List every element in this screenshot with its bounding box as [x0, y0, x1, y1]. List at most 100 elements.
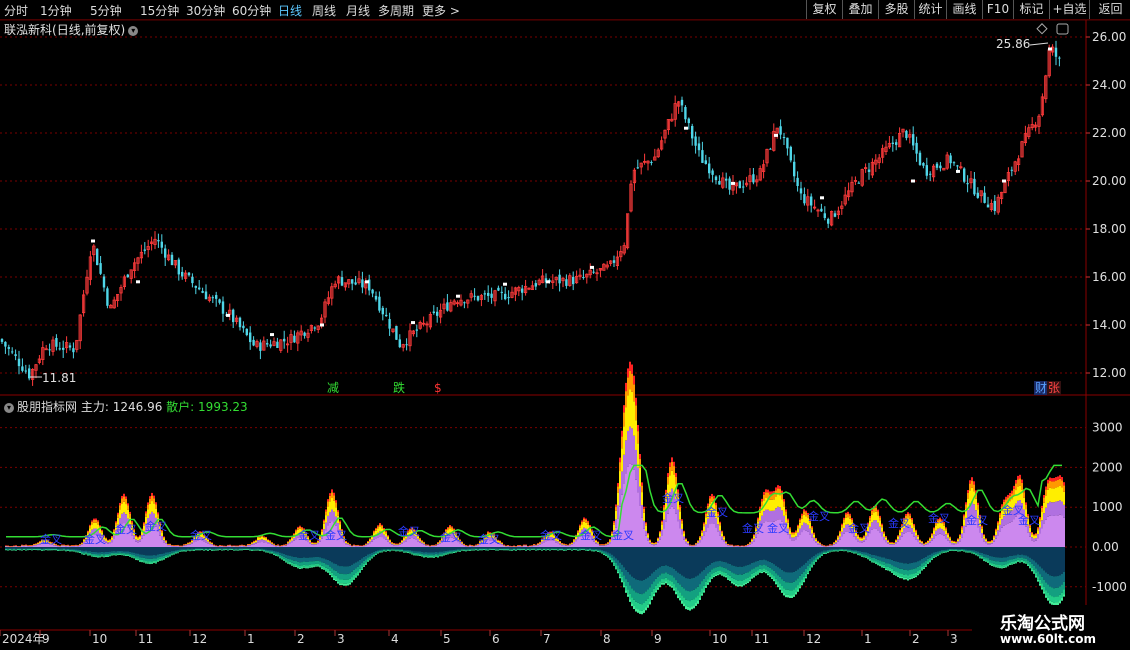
- candle-body-down: [612, 260, 616, 263]
- retail-bar: [849, 551, 851, 553]
- retail-bar: [571, 549, 573, 550]
- retail-bar: [185, 551, 187, 552]
- main-force-bar: [333, 495, 335, 501]
- main-force-bar: [783, 506, 785, 516]
- retail-bar: [819, 557, 821, 558]
- retail-bar: [815, 547, 817, 555]
- retail-bar: [401, 549, 403, 551]
- retail-bar: [35, 549, 37, 551]
- retail-bar: [15, 547, 17, 549]
- retail-bar: [267, 547, 269, 550]
- retail-bar: [227, 548, 229, 550]
- retail-bar: [829, 550, 831, 552]
- main-force-bar: [523, 545, 525, 546]
- retail-bar: [99, 552, 101, 555]
- candle-body-down: [473, 295, 476, 297]
- retail-bar: [627, 589, 629, 595]
- retail-bar: [389, 547, 391, 550]
- retail-bar: [467, 549, 469, 550]
- main-force-bar: [663, 505, 665, 508]
- main-force-bar: [449, 526, 451, 529]
- retail-bar: [823, 552, 825, 554]
- retail-bar: [459, 551, 461, 552]
- main-force-bar: [35, 543, 37, 544]
- event-marker: 张: [1048, 381, 1060, 395]
- main-force-bar: [681, 523, 683, 529]
- retail-bar: [843, 549, 845, 551]
- retail-bar: [553, 547, 555, 549]
- retail-bar: [21, 550, 23, 551]
- retail-bar: [721, 567, 723, 572]
- retail-bar: [405, 550, 407, 552]
- retail-bar: [713, 547, 715, 563]
- retail-bar: [281, 555, 283, 558]
- retail-bar: [671, 585, 673, 588]
- retail-bar: [449, 552, 451, 554]
- main-force-bar: [689, 544, 691, 545]
- retail-bar: [543, 547, 545, 549]
- retail-bar: [279, 552, 281, 555]
- main-force-bar: [353, 545, 355, 546]
- retail-bar: [337, 565, 339, 573]
- candle-body-down: [487, 292, 490, 296]
- retail-bar: [73, 551, 75, 552]
- retail-bar: [489, 549, 491, 550]
- retail-bar: [809, 558, 811, 564]
- main-force-bar: [255, 540, 257, 543]
- retail-bar: [93, 547, 95, 552]
- main-force-bar: [793, 534, 795, 538]
- retail-bar: [157, 559, 159, 562]
- main-force-bar: [533, 545, 535, 547]
- main-force-bar: [165, 541, 167, 543]
- main-force-bar: [683, 533, 685, 537]
- main-force-bar: [709, 498, 711, 504]
- main-force-bar: [627, 395, 629, 431]
- retail-bar: [311, 557, 313, 562]
- retail-bar: [853, 547, 855, 551]
- retail-bar: [407, 551, 409, 552]
- retail-bar: [589, 549, 591, 550]
- main-force-bar: [563, 545, 565, 547]
- main-force-bar: [841, 523, 843, 525]
- retail-bar: [41, 547, 43, 549]
- retail-bar: [771, 547, 773, 563]
- retail-bar: [781, 569, 783, 580]
- retail-bar: [117, 550, 119, 553]
- retail-bar: [419, 553, 421, 555]
- main-force-bar: [657, 539, 659, 541]
- retail-bar: [303, 547, 305, 558]
- retail-bar: [507, 547, 509, 549]
- main-force-bar: [607, 544, 609, 547]
- retail-bar: [715, 567, 717, 572]
- retail-bar: [711, 574, 713, 578]
- retail-bar: [161, 558, 163, 560]
- retail-bar: [649, 601, 651, 605]
- retail-bar: [855, 547, 857, 551]
- main-force-bar: [711, 493, 713, 497]
- retail-bar: [399, 549, 401, 550]
- main-force-bar: [185, 543, 187, 545]
- candle-body-down: [895, 142, 898, 145]
- retail-bar: [607, 552, 609, 555]
- main-force-bar: [255, 542, 257, 544]
- candle-body-down: [269, 344, 272, 347]
- retail-bar: [611, 554, 613, 558]
- main-force-bar: [695, 544, 697, 546]
- main-force-bar: [821, 545, 823, 547]
- retail-bar: [85, 547, 87, 551]
- retail-bar: [695, 603, 697, 606]
- candle-body-down: [718, 181, 721, 185]
- main-force-bar: [159, 535, 161, 547]
- retail-bar: [287, 555, 289, 559]
- retail-bar: [785, 594, 787, 598]
- main-force-bar: [435, 544, 437, 545]
- retail-bar: [749, 576, 751, 580]
- main-force-bar: [273, 545, 275, 547]
- main-force-bar: [269, 542, 271, 544]
- retail-bar: [265, 551, 267, 552]
- retail-bar: [415, 552, 417, 555]
- retail-bar: [679, 592, 681, 598]
- main-force-bar: [377, 528, 379, 533]
- retail-bar: [807, 570, 809, 573]
- main-force-bar: [653, 542, 655, 544]
